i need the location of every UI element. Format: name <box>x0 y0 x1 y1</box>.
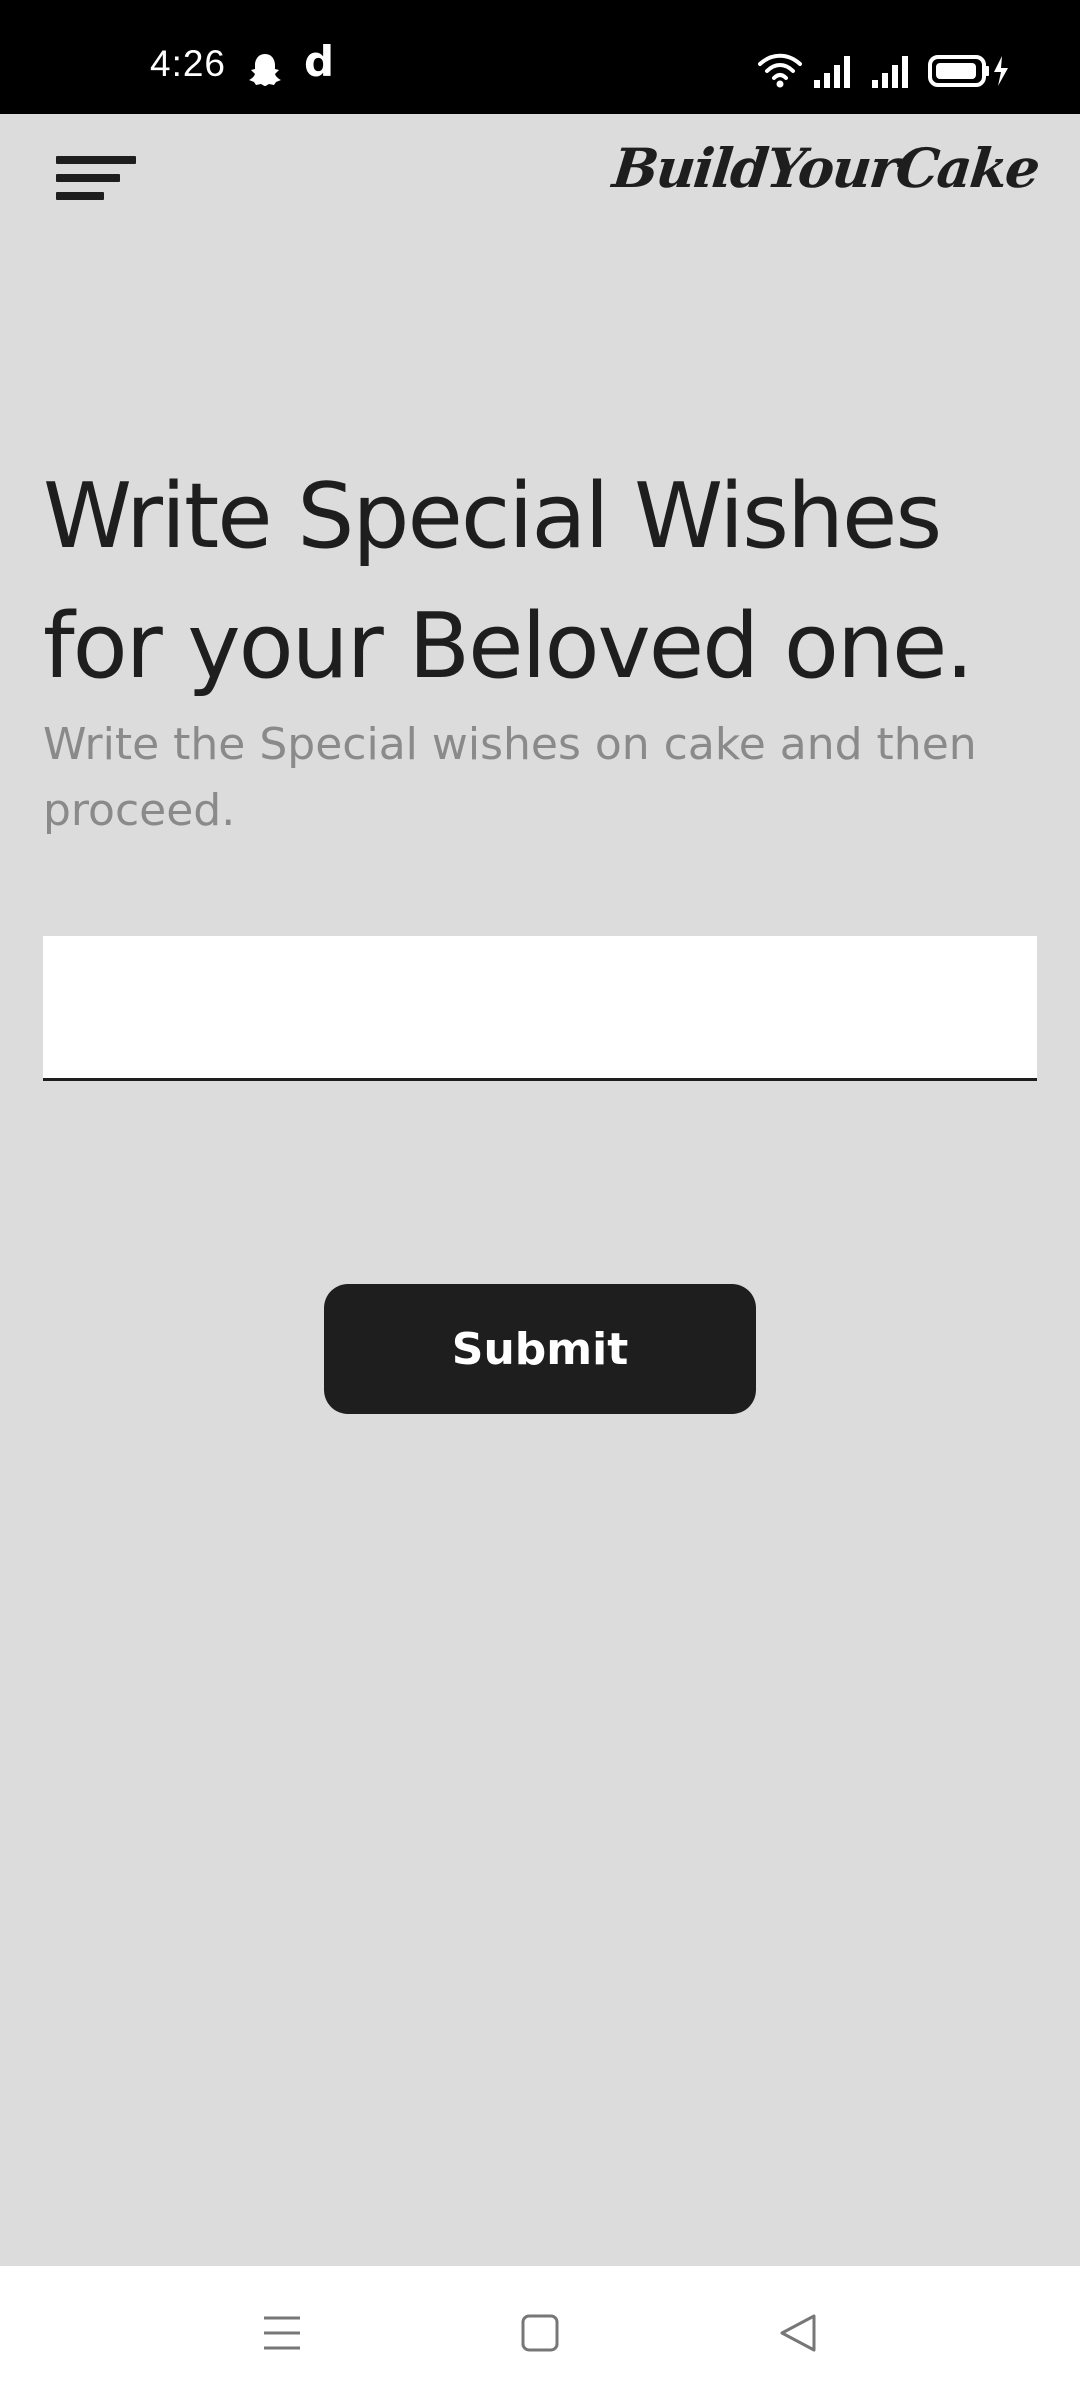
system-nav-bar <box>0 2266 1080 2400</box>
page-title: Write Special Wishes for your Beloved on… <box>43 464 974 699</box>
hamburger-menu-icon[interactable] <box>48 134 148 214</box>
wifi-icon <box>758 53 802 88</box>
brand-logo[interactable]: BuildYourCake <box>610 136 1042 200</box>
wish-input[interactable] <box>43 936 1037 1081</box>
signal-icon <box>872 56 908 88</box>
d-app-icon: d <box>304 37 335 86</box>
status-bar: 4:26 d <box>0 0 1080 114</box>
battery-charging-icon <box>928 55 1008 87</box>
home-icon[interactable] <box>510 2308 570 2358</box>
page-subtitle: Write the Special wishes on cake and the… <box>43 719 977 836</box>
app-bar: BuildYourCake <box>0 114 1080 234</box>
submit-button[interactable]: Submit <box>324 1284 756 1414</box>
recents-icon[interactable] <box>252 2308 312 2358</box>
status-time: 4:26 <box>150 43 227 84</box>
signal-icon <box>814 56 850 88</box>
snapchat-icon <box>249 54 281 86</box>
back-icon[interactable] <box>768 2308 828 2358</box>
